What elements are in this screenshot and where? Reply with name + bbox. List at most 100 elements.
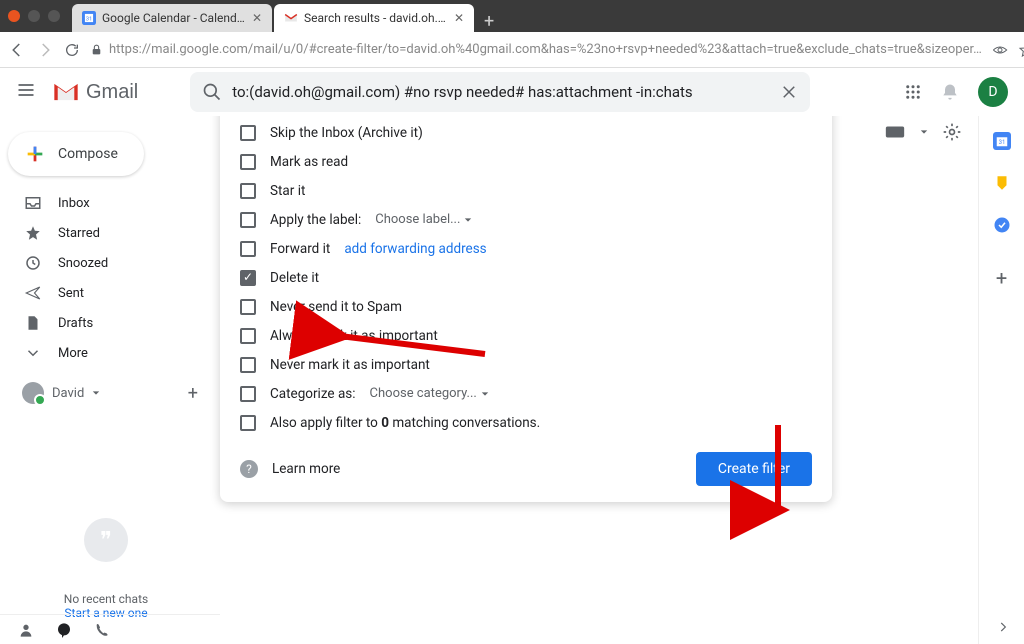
browser-tab-gmail[interactable]: Search results - david.oh.3000 ✕ <box>274 4 474 32</box>
checkbox-never-spam[interactable] <box>240 299 256 315</box>
gmail-logo[interactable]: Gmail <box>52 81 138 104</box>
sidebar-item-more[interactable]: More <box>0 338 212 368</box>
filter-row-delete: Delete it <box>240 263 812 292</box>
sidebar-item-drafts[interactable]: Drafts <box>0 308 212 338</box>
checkbox-also-apply[interactable] <box>240 415 256 431</box>
forward-button[interactable] <box>36 41 54 59</box>
collapse-rail-icon[interactable] <box>996 619 1010 638</box>
close-tab-icon[interactable]: ✕ <box>454 11 464 25</box>
checkbox-skip-inbox[interactable] <box>240 125 256 141</box>
svg-text:31: 31 <box>998 139 1005 146</box>
window-controls <box>8 10 60 22</box>
back-button[interactable] <box>8 41 26 59</box>
filter-row-categorize: Categorize as: Choose category... <box>240 379 812 408</box>
checkbox-categorize[interactable] <box>240 386 256 402</box>
add-addon-button[interactable]: + <box>996 266 1007 290</box>
filter-options: Skip the Inbox (Archive it) Mark as read… <box>220 118 832 437</box>
clear-search-icon[interactable] <box>780 83 798 101</box>
person-icon[interactable] <box>18 622 34 638</box>
add-forwarding-link[interactable]: add forwarding address <box>344 241 486 257</box>
caret-down-icon <box>481 390 489 398</box>
user-name: David <box>52 386 84 401</box>
file-icon <box>24 314 42 332</box>
window-maximize[interactable] <box>48 10 60 22</box>
option-label: Never send it to Spam <box>270 299 402 315</box>
option-label: Categorize as: <box>270 386 356 402</box>
checkbox-delete[interactable] <box>240 270 256 286</box>
checkbox-star[interactable] <box>240 183 256 199</box>
search-icon[interactable] <box>202 82 222 102</box>
gear-icon[interactable] <box>942 122 962 142</box>
search-bar[interactable] <box>190 72 810 112</box>
toolbar-right <box>884 122 962 142</box>
add-user-button[interactable]: + <box>188 383 198 404</box>
star-icon[interactable] <box>1018 42 1024 58</box>
learn-more-link[interactable]: Learn more <box>272 461 340 477</box>
user-switcher[interactable]: David + <box>0 376 212 410</box>
option-label: Star it <box>270 183 305 199</box>
nav-label: More <box>58 346 88 361</box>
phone-icon[interactable] <box>94 622 110 638</box>
filter-row-always-important: Always mark it as important <box>240 321 812 350</box>
checkbox-apply-label[interactable] <box>240 212 256 228</box>
user-avatar-icon <box>22 382 44 404</box>
filter-row-mark-read: Mark as read <box>240 147 812 176</box>
url-bar[interactable]: https://mail.google.com/mail/u/0/#create… <box>90 42 982 57</box>
option-label: Skip the Inbox (Archive it) <box>270 125 423 141</box>
header-right: D <box>904 77 1008 107</box>
hamburger-menu-icon[interactable] <box>16 80 36 104</box>
filter-row-also-apply: Also apply filter to 0 matching conversa… <box>240 408 812 437</box>
browser-toolbar: https://mail.google.com/mail/u/0/#create… <box>0 32 1024 68</box>
window-close[interactable] <box>8 10 20 22</box>
label-dropdown[interactable]: Choose label... <box>375 212 472 227</box>
tab-title: Google Calendar - Calendar set <box>102 11 246 25</box>
sidebar-item-inbox[interactable]: Inbox <box>0 188 212 218</box>
option-label: Delete it <box>270 270 319 286</box>
send-icon <box>24 284 42 302</box>
main-area: When a message arrives that matches this… <box>220 116 978 644</box>
filter-row-star: Star it <box>240 176 812 205</box>
account-avatar[interactable]: D <box>978 77 1008 107</box>
checkbox-always-important[interactable] <box>240 328 256 344</box>
checkbox-never-important[interactable] <box>240 357 256 373</box>
hangouts-chat-icon[interactable] <box>56 622 72 638</box>
keep-addon-icon[interactable] <box>993 174 1011 192</box>
option-label: Mark as read <box>270 154 348 170</box>
input-tools-icon[interactable] <box>884 124 906 140</box>
search-input[interactable] <box>232 83 770 101</box>
category-dropdown[interactable]: Choose category... <box>370 386 489 401</box>
tasks-addon-icon[interactable] <box>993 216 1011 234</box>
filter-row-never-spam: Never send it to Spam <box>240 292 812 321</box>
eye-icon[interactable] <box>992 42 1008 58</box>
caret-down-icon <box>92 389 100 397</box>
browser-tab-calendar[interactable]: 31 Google Calendar - Calendar set ✕ <box>72 4 272 32</box>
sidebar-item-sent[interactable]: Sent <box>0 278 212 308</box>
nav-label: Starred <box>58 226 100 241</box>
svg-text:31: 31 <box>86 16 93 22</box>
calendar-favicon-icon: 31 <box>82 11 96 25</box>
compose-button[interactable]: Compose <box>8 132 144 176</box>
gmail-app: Gmail D Compose Inbox Starred Snoozed Se… <box>0 68 1024 644</box>
help-icon[interactable]: ? <box>240 460 258 478</box>
checkbox-forward[interactable] <box>240 241 256 257</box>
nav-label: Snoozed <box>58 256 108 271</box>
option-label: Forward it <box>270 241 330 257</box>
notifications-icon[interactable] <box>940 82 960 102</box>
right-rail: 31 + <box>978 116 1024 644</box>
option-label: Apply the label: <box>270 212 361 228</box>
option-label: Also apply filter to 0 matching conversa… <box>270 415 540 431</box>
nav-label: Sent <box>58 286 84 301</box>
sidebar-item-starred[interactable]: Starred <box>0 218 212 248</box>
checkbox-mark-read[interactable] <box>240 154 256 170</box>
apps-grid-icon[interactable] <box>904 83 922 101</box>
new-tab-button[interactable]: + <box>476 11 502 32</box>
nav-label: Inbox <box>58 196 90 211</box>
caret-down-icon[interactable] <box>920 128 928 136</box>
reload-button[interactable] <box>64 42 80 58</box>
sidebar-item-snoozed[interactable]: Snoozed <box>0 248 212 278</box>
calendar-addon-icon[interactable]: 31 <box>993 132 1011 150</box>
browser-titlebar: 31 Google Calendar - Calendar set ✕ Sear… <box>0 0 1024 32</box>
window-minimize[interactable] <box>28 10 40 22</box>
close-tab-icon[interactable]: ✕ <box>252 11 262 25</box>
filter-panel: When a message arrives that matches this… <box>220 116 832 502</box>
